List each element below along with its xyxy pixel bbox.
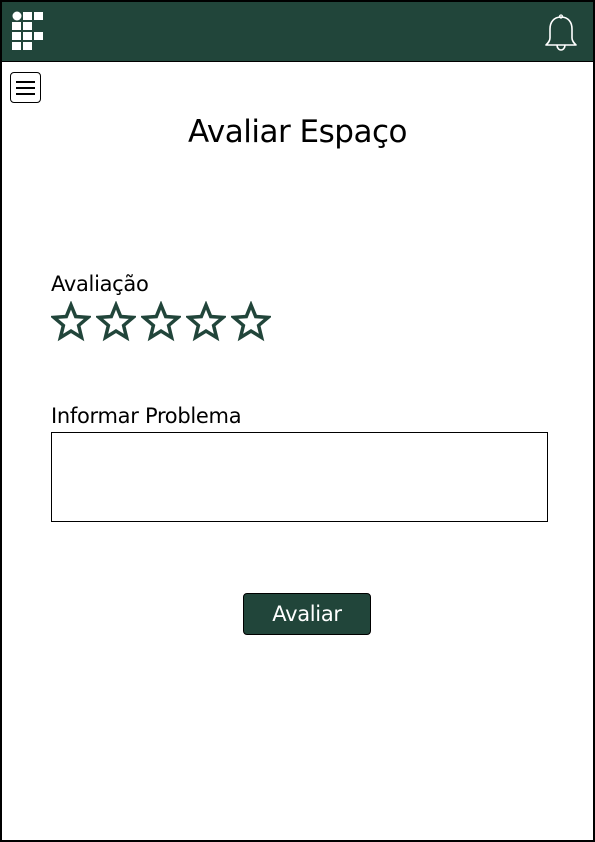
institution-logo-icon[interactable] — [12, 11, 46, 53]
star-rating — [51, 301, 271, 343]
app-frame: Avaliar Espaço Avaliação Informar Proble… — [0, 0, 595, 842]
submit-button[interactable]: Avaliar — [243, 593, 371, 635]
star-icon[interactable] — [141, 301, 181, 343]
bell-icon[interactable] — [543, 14, 579, 52]
menu-line — [16, 81, 35, 83]
star-icon[interactable] — [186, 301, 226, 343]
menu-line — [16, 93, 35, 95]
problem-label: Informar Problema — [51, 404, 242, 428]
top-bar — [2, 2, 593, 62]
page-title: Avaliar Espaço — [188, 114, 407, 150]
hamburger-menu-icon[interactable] — [10, 72, 41, 103]
problem-textarea[interactable] — [51, 432, 548, 522]
star-icon[interactable] — [231, 301, 271, 343]
menu-line — [16, 87, 35, 89]
star-icon[interactable] — [51, 301, 91, 343]
star-icon[interactable] — [96, 301, 136, 343]
rating-label: Avaliação — [51, 272, 149, 296]
